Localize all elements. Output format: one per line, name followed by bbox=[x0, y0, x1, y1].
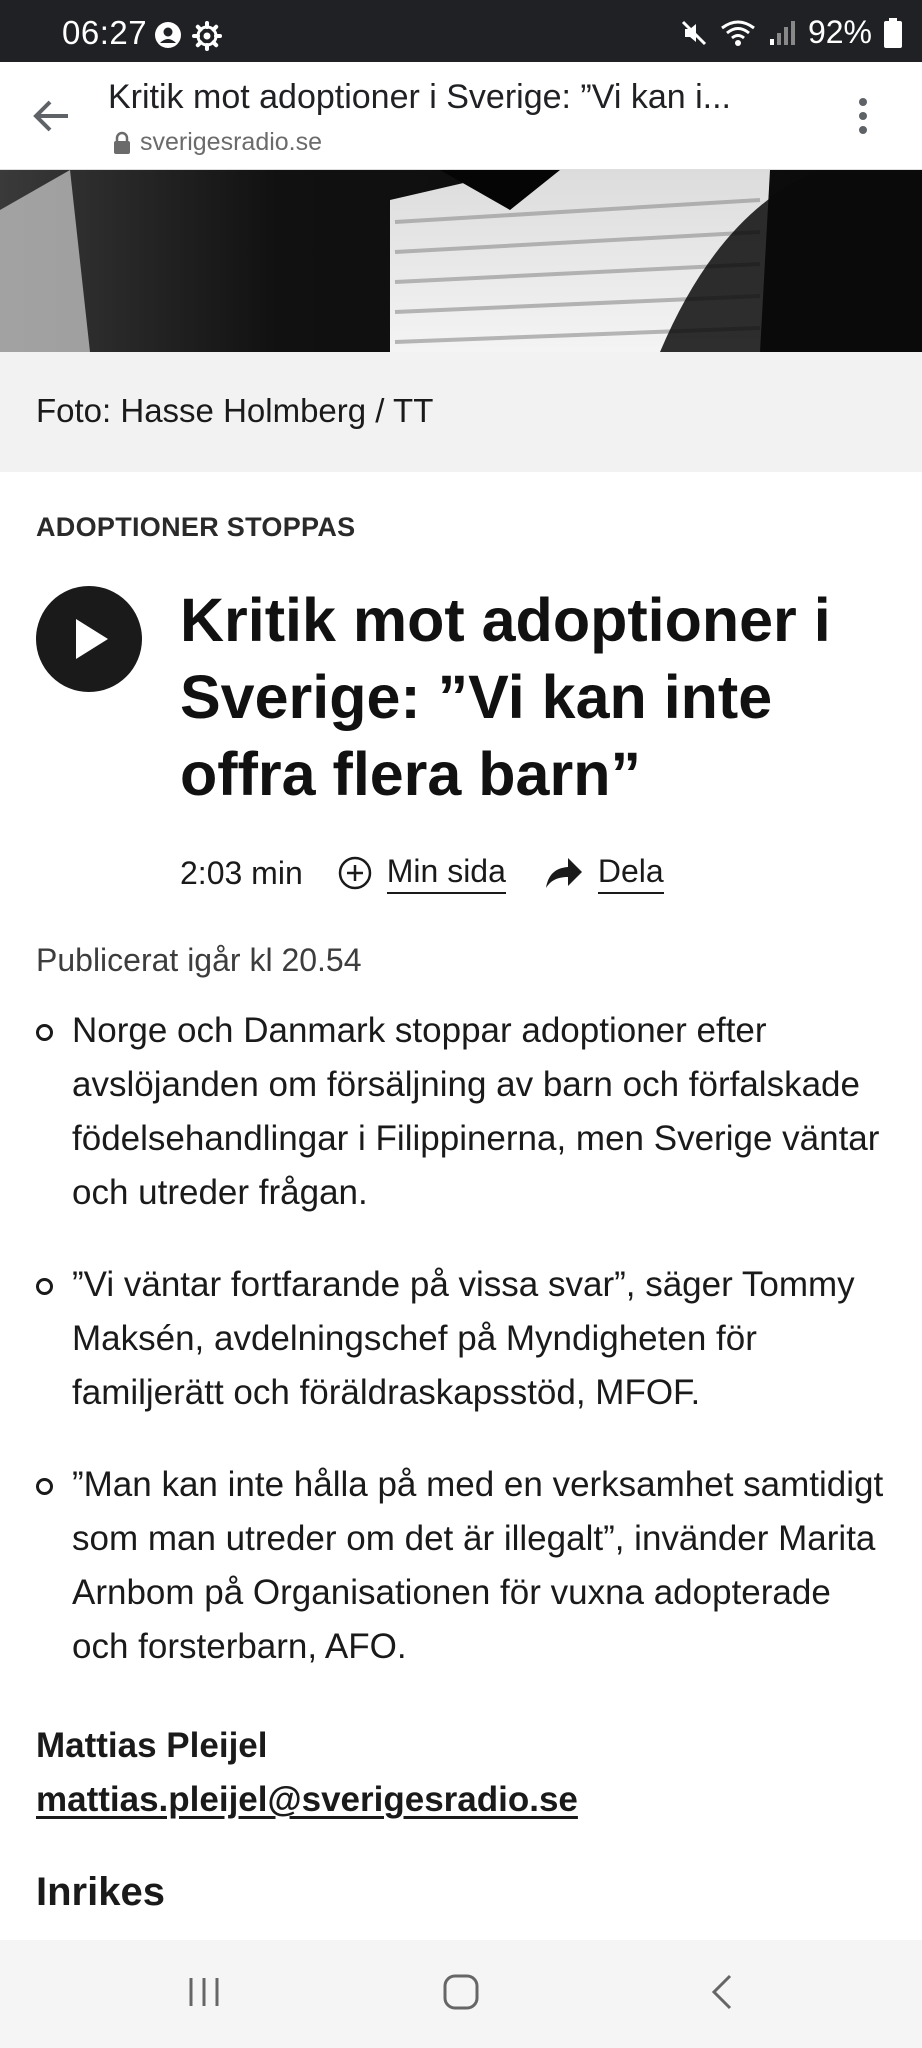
nav-back-icon[interactable] bbox=[704, 1970, 740, 2014]
bullet-text: Norge och Danmark stoppar adoptioner eft… bbox=[72, 1011, 880, 1212]
photo-caption-text: Foto: Hasse Holmberg / TT bbox=[36, 392, 434, 429]
hero-photo bbox=[0, 170, 922, 352]
author-name: Mattias Pleijel bbox=[36, 1726, 268, 1765]
status-left-icons bbox=[154, 21, 222, 51]
article-meta-row: 2:03 min Min sida Dela bbox=[180, 848, 702, 898]
account-circle-icon bbox=[155, 22, 181, 48]
play-icon bbox=[76, 619, 108, 659]
back-arrow-icon[interactable] bbox=[30, 94, 74, 138]
page-title[interactable]: Kritik mot adoptioner i Sverige: ”Vi kan… bbox=[108, 78, 768, 117]
bullet-circle-icon bbox=[36, 1024, 53, 1041]
bullet-text: ”Man kan inte hålla på med en verksamhet… bbox=[72, 1465, 884, 1666]
add-circle-icon bbox=[338, 856, 371, 890]
hero-photo-image bbox=[0, 170, 922, 352]
status-right-icons: 92% bbox=[680, 14, 902, 51]
min-sida-label: Min sida bbox=[386, 853, 506, 894]
settings-gear-icon bbox=[192, 21, 222, 51]
min-sida-button[interactable]: Min sida bbox=[337, 853, 506, 894]
section-heading-inrikes[interactable]: Inrikes bbox=[36, 1870, 165, 1915]
article-headline: Kritik mot adoptioner i Sverige: ”Vi kan… bbox=[180, 586, 831, 808]
play-button[interactable] bbox=[36, 586, 142, 692]
domain-text: sverigesradio.se bbox=[140, 128, 323, 156]
domain-row[interactable]: sverigesradio.se bbox=[112, 128, 322, 157]
published-date: Publicerat igår kl 20.54 bbox=[36, 942, 362, 978]
system-nav-bar bbox=[0, 1940, 922, 2048]
share-button[interactable]: Dela bbox=[544, 853, 664, 894]
more-options-icon[interactable] bbox=[848, 94, 878, 138]
author-email-link[interactable]: mattias.pleijel@sverigesradio.se bbox=[36, 1780, 578, 1820]
lock-icon bbox=[114, 131, 130, 154]
mute-icon bbox=[681, 20, 707, 45]
share-arrow-icon bbox=[545, 858, 582, 888]
wifi-icon bbox=[721, 20, 755, 46]
recent-apps-icon[interactable] bbox=[186, 1970, 222, 2014]
bullet-circle-icon bbox=[36, 1478, 53, 1495]
home-icon[interactable] bbox=[440, 1970, 484, 2014]
article-kicker[interactable]: ADOPTIONER STOPPAS bbox=[36, 512, 355, 543]
audio-duration: 2:03 min bbox=[180, 854, 303, 891]
signal-icon bbox=[769, 20, 795, 45]
summary-bullets: Norge och Danmark stoppar adoptioner eft… bbox=[36, 1004, 896, 1712]
list-item: ”Vi väntar fortfarande på vissa svar”, s… bbox=[36, 1258, 896, 1420]
list-item: Norge och Danmark stoppar adoptioner eft… bbox=[36, 1004, 896, 1220]
share-label: Dela bbox=[597, 853, 664, 894]
battery-percent: 92% bbox=[807, 14, 872, 50]
list-item: ”Man kan inte hålla på med en verksamhet… bbox=[36, 1458, 896, 1674]
bullet-text: ”Vi väntar fortfarande på vissa svar”, s… bbox=[72, 1265, 855, 1412]
status-bar: 06:27 92% bbox=[0, 0, 922, 62]
photo-caption: Foto: Hasse Holmberg / TT bbox=[0, 352, 922, 472]
status-time: 06:27 bbox=[62, 14, 148, 51]
battery-icon bbox=[884, 17, 902, 48]
browser-url-bar: Kritik mot adoptioner i Sverige: ”Vi kan… bbox=[0, 62, 922, 170]
bullet-circle-icon bbox=[36, 1278, 53, 1295]
